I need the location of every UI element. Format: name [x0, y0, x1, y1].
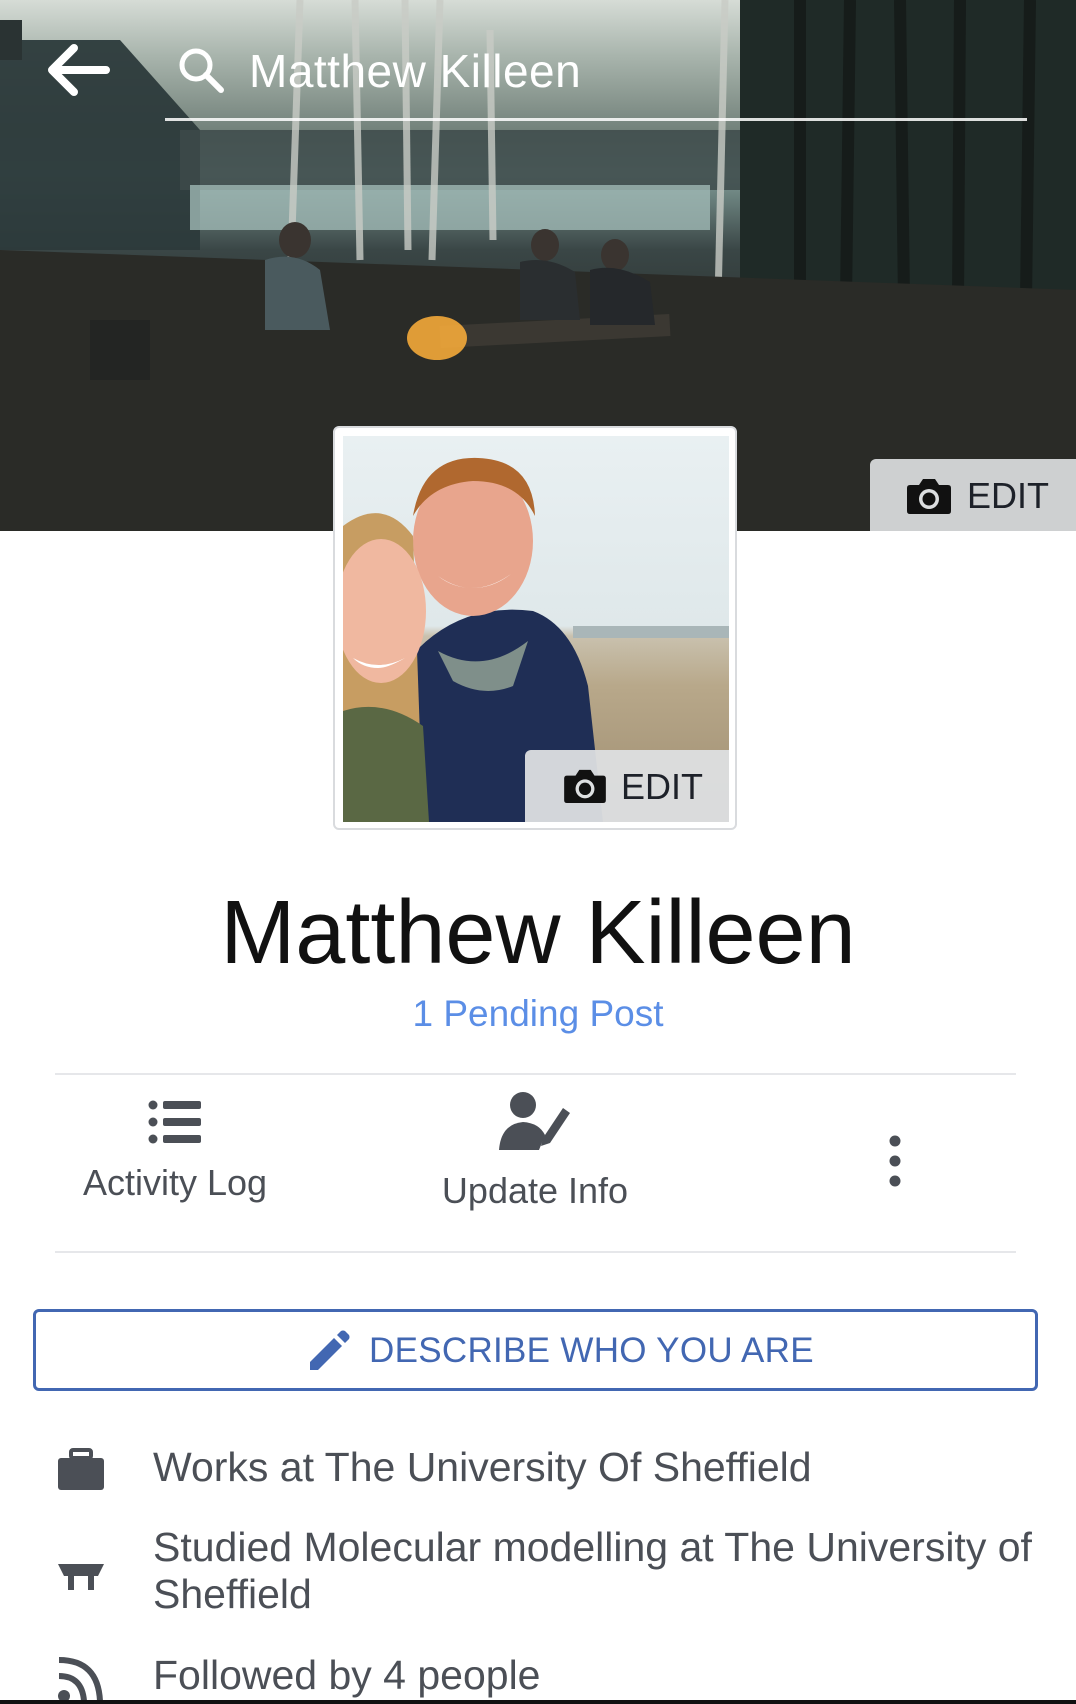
update-info-button[interactable]: Update Info	[415, 1092, 655, 1250]
info-education-text: Studied Molecular modelling at The Unive…	[153, 1524, 1032, 1617]
describe-who-you-are-button[interactable]: DESCRIBE WHO YOU ARE	[33, 1309, 1038, 1391]
bottom-edge	[0, 1700, 1076, 1704]
edit-cover-button[interactable]: EDIT	[870, 459, 1076, 531]
edit-profile-picture-label: EDIT	[621, 766, 704, 807]
divider	[55, 1251, 1016, 1253]
edit-profile-icon	[499, 1092, 570, 1150]
back-arrow-icon	[48, 44, 110, 96]
more-options-button[interactable]	[855, 1135, 935, 1285]
info-education[interactable]: Studied Molecular modelling at The Unive…	[0, 1522, 1076, 1622]
more-vertical-icon	[889, 1135, 901, 1187]
pencil-icon	[310, 1330, 350, 1370]
top-bar: Matthew Killeen	[0, 0, 1076, 130]
activity-log-label: Activity Log	[82, 1162, 268, 1203]
rss-feed-icon	[58, 1657, 103, 1702]
camera-icon	[907, 479, 951, 514]
back-button[interactable]	[46, 42, 112, 98]
list-icon	[148, 1100, 201, 1144]
profile-name: Matthew Killeen	[220, 883, 856, 983]
activity-log-button[interactable]: Activity Log	[55, 1100, 295, 1250]
search-input[interactable]: Matthew Killeen	[249, 44, 581, 98]
info-followers-text: Followed by 4 people	[153, 1652, 541, 1698]
info-followers[interactable]: Followed by 4 people	[0, 1652, 1076, 1704]
search-bar[interactable]: Matthew Killeen	[165, 36, 1027, 121]
briefcase-icon	[58, 1448, 104, 1490]
describe-label: DESCRIBE WHO YOU ARE	[369, 1331, 814, 1370]
edit-cover-label: EDIT	[967, 475, 1050, 516]
graduation-cap-icon	[58, 1564, 104, 1590]
info-work[interactable]: Works at The University Of Sheffield	[0, 1440, 1076, 1500]
search-icon	[179, 48, 224, 93]
update-info-label: Update Info	[441, 1170, 629, 1211]
edit-profile-picture-button[interactable]: EDIT	[525, 750, 729, 822]
info-work-text: Works at The University Of Sheffield	[153, 1444, 812, 1490]
camera-icon	[564, 769, 606, 804]
pending-posts-link[interactable]: 1 Pending Post	[0, 993, 1076, 1035]
divider	[55, 1073, 1016, 1075]
